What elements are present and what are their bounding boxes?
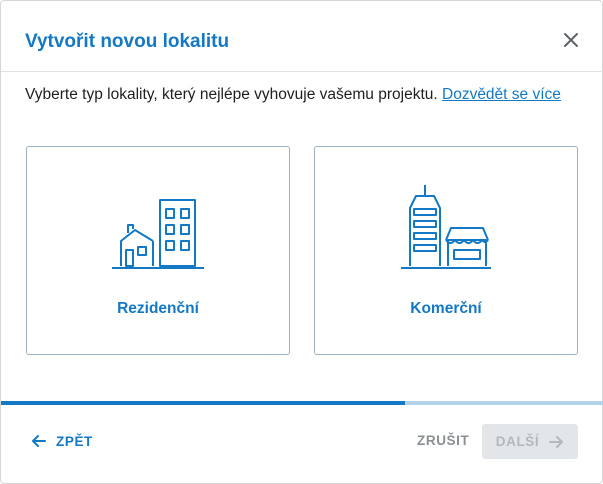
arrow-right-icon [549,435,564,448]
site-type-card-commercial[interactable]: Komerční [314,146,578,355]
next-button-label: DALŠÍ [495,434,540,449]
site-type-card-residential[interactable]: Rezidenční [26,146,290,355]
card-label-commercial: Komerční [410,300,482,317]
cancel-button[interactable]: ZRUŠIT [417,430,469,452]
back-button-label: ZPĚT [56,433,93,449]
learn-more-link[interactable]: Dozvědět se více [442,86,561,103]
intro-text: Vyberte typ lokality, který nejlépe vyho… [25,83,585,107]
back-button[interactable]: ZPĚT [31,430,93,452]
dialog-title: Vytvořit novou lokalitu [25,31,230,52]
residential-buildings-icon [112,199,204,269]
commercial-buildings-icon [401,185,491,269]
card-label-residential: Rezidenční [117,300,199,317]
header-divider [1,71,603,72]
arrow-left-icon [32,435,46,447]
progress-bar [1,401,603,405]
close-icon[interactable] [559,28,583,52]
progress-fill [1,401,405,405]
intro-sentence: Vyberte typ lokality, který nejlépe vyho… [25,86,438,103]
dialog: Vytvořit novou lokalitu Vyberte typ loka… [0,0,603,484]
next-button[interactable]: DALŠÍ [482,424,578,459]
